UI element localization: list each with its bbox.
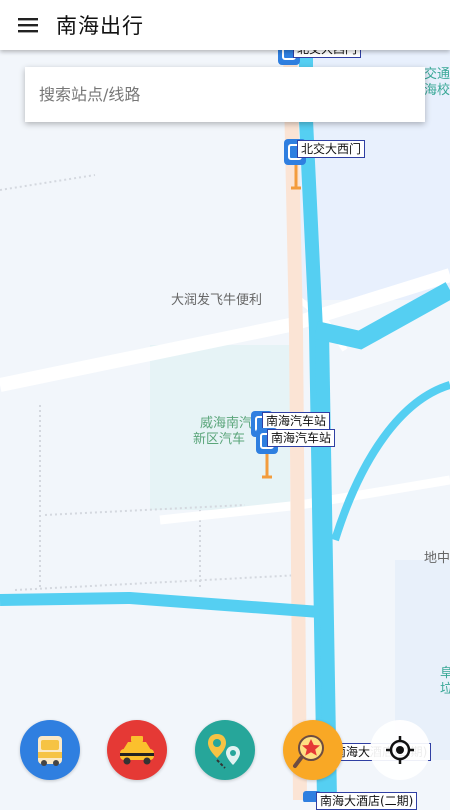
poi-weihai-label: 威海南汽	[200, 416, 253, 431]
bus-icon	[38, 736, 62, 766]
search-input[interactable]	[37, 84, 411, 105]
route-button[interactable]	[195, 720, 255, 780]
locate-me-button[interactable]	[370, 720, 430, 780]
route-pin-icon	[208, 734, 240, 769]
poi-fu-label: 阜	[440, 666, 450, 681]
favorite-search-button[interactable]	[283, 720, 343, 780]
poi-dunfei-label: 大润发飞牛便利	[171, 293, 263, 308]
taxi-button[interactable]	[107, 720, 167, 780]
bus-stop-label: 北交大西门	[297, 140, 366, 158]
star-magnifier-icon	[293, 735, 324, 768]
poi-xinqu-label: 新区汽车	[193, 432, 246, 447]
menu-icon[interactable]	[0, 0, 56, 50]
bus-button[interactable]	[20, 720, 80, 780]
poi-jiaotong-label: 交通	[424, 67, 450, 82]
poi-la-label: 垃	[440, 682, 450, 697]
taxi-icon	[120, 736, 154, 765]
bus-stop-label: 南海汽车站	[267, 429, 336, 447]
crosshair-icon	[386, 736, 414, 764]
poi-dizhong-label: 地中	[424, 551, 450, 566]
search-box[interactable]	[25, 67, 425, 122]
app-bar: 南海出行	[0, 0, 450, 50]
poi-haixiao-label: 海校	[424, 83, 450, 98]
app-title: 南海出行	[56, 14, 144, 38]
bus-stop-label: 南海大酒店(二期)	[316, 792, 418, 810]
